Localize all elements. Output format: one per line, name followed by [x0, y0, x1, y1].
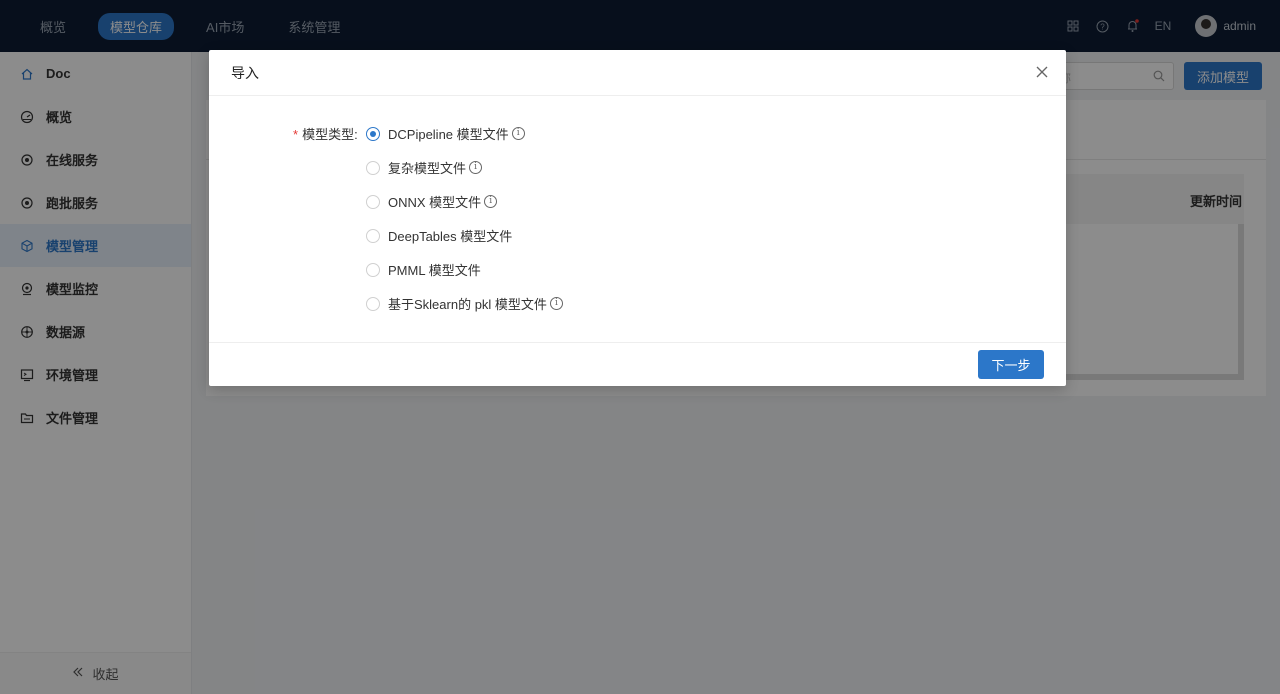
info-icon[interactable]: i: [484, 195, 498, 208]
modal-title: 导入: [231, 64, 259, 81]
modal-footer: 下一步: [209, 342, 1066, 386]
import-modal: 导入 * 模型类型: DCPipeline 模型文件 i 复杂模型文件 i ONN…: [209, 50, 1066, 386]
info-icon[interactable]: i: [469, 161, 483, 174]
radio-button[interactable]: [366, 126, 380, 141]
modal-body: * 模型类型: DCPipeline 模型文件 i 复杂模型文件 i ONNX 模…: [209, 96, 1066, 342]
radio-button[interactable]: [366, 160, 380, 175]
info-icon[interactable]: i: [549, 297, 563, 310]
radio-label: DeepTables 模型文件: [388, 229, 513, 244]
radio-option-complex[interactable]: 复杂模型文件 i: [366, 158, 483, 177]
next-step-button[interactable]: 下一步: [978, 350, 1044, 379]
radio-option-deeptables[interactable]: DeepTables 模型文件: [366, 226, 512, 245]
radio-option-dcpipeline[interactable]: DCPipeline 模型文件 i: [366, 124, 525, 143]
radio-label: 基于Sklearn的 pkl 模型文件: [388, 297, 547, 312]
modal-header: 导入: [209, 50, 1066, 96]
field-label-text: 模型类型:: [302, 127, 358, 142]
required-marker: *: [293, 127, 299, 142]
radio-option-sklearn-pkl[interactable]: 基于Sklearn的 pkl 模型文件 i: [366, 294, 563, 313]
radio-option-pmml[interactable]: PMML 模型文件: [366, 260, 481, 279]
radio-button[interactable]: [366, 296, 380, 311]
radio-button[interactable]: [366, 194, 380, 209]
radio-label: DCPipeline 模型文件: [388, 127, 509, 142]
radio-button[interactable]: [366, 228, 380, 243]
radio-label: PMML 模型文件: [388, 263, 481, 278]
radio-button[interactable]: [366, 262, 380, 277]
close-icon[interactable]: [1032, 62, 1052, 82]
radio-label: 复杂模型文件: [388, 161, 467, 176]
radio-option-onnx[interactable]: ONNX 模型文件 i: [366, 192, 498, 211]
radio-label: ONNX 模型文件: [388, 195, 482, 210]
info-icon[interactable]: i: [511, 127, 525, 140]
model-type-label: * 模型类型:: [293, 124, 358, 143]
